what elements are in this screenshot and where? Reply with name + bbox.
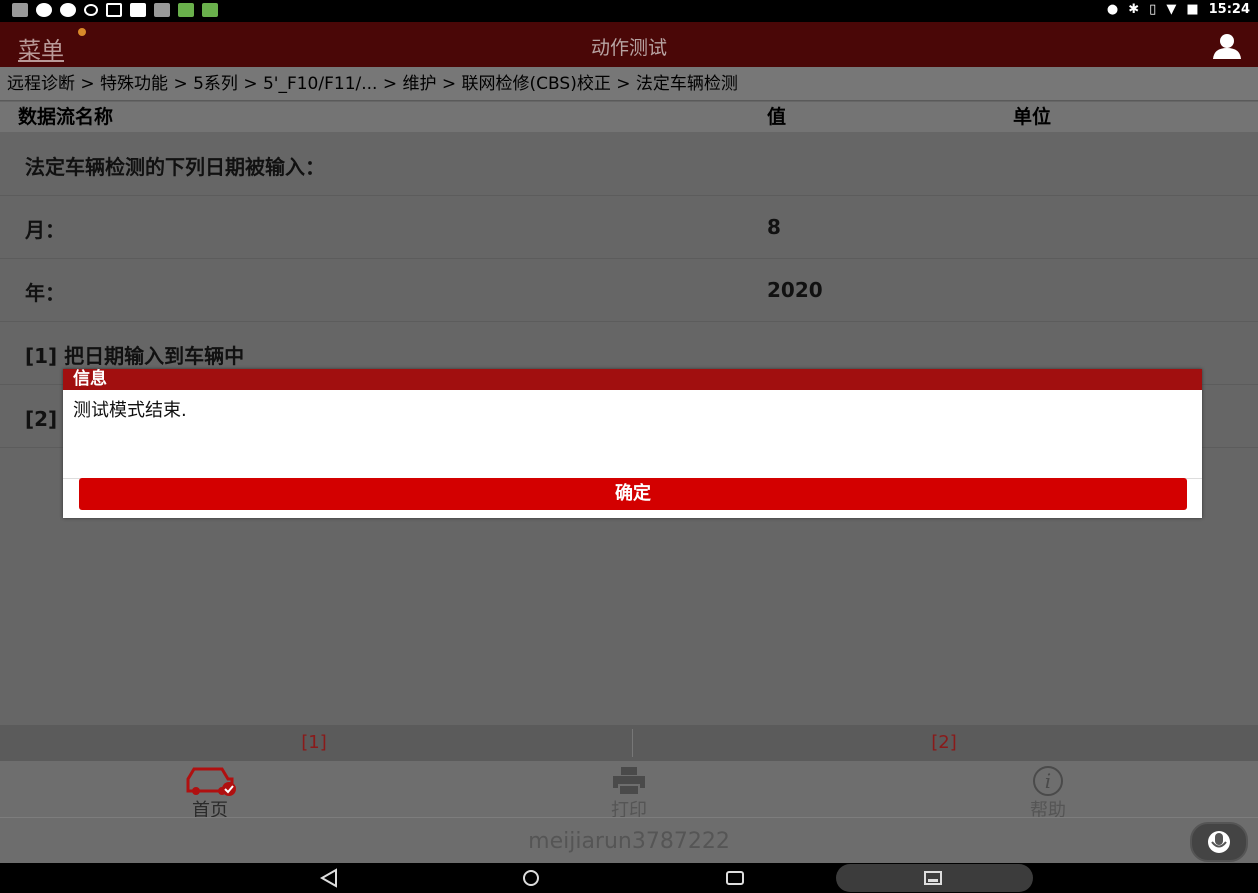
- screenshot-icon[interactable]: [922, 868, 944, 888]
- row-name: 月：: [25, 218, 65, 242]
- column-value-header: 值: [767, 106, 787, 128]
- microphone-icon: [1208, 831, 1230, 853]
- info-icon: i: [1033, 766, 1063, 796]
- account-name: meijiarun3787222: [528, 829, 730, 854]
- info-dialog: 信息 测试模式结束. 确定: [63, 369, 1202, 518]
- bottom-nav: 首页 打印 i 帮助: [0, 761, 1258, 821]
- car-icon: [186, 767, 236, 796]
- row-value: 2020: [767, 278, 823, 302]
- svg-text:i: i: [1045, 769, 1051, 793]
- nav-print[interactable]: 打印: [419, 761, 839, 821]
- ok-button[interactable]: 确定: [79, 478, 1187, 510]
- app-icon: [178, 3, 194, 17]
- home-icon[interactable]: [520, 868, 542, 888]
- user-icon[interactable]: [1212, 33, 1242, 59]
- dialog-title: 信息: [63, 369, 1202, 390]
- app-icon: [202, 3, 218, 17]
- row-name: 法定车辆检测的下列日期被输入：: [25, 155, 325, 179]
- table-header: 数据流名称 值 单位: [0, 102, 1258, 132]
- system-icons: ● ✱ ▯ ▼ ■ 15:24: [1107, 2, 1250, 17]
- status-bar: ● ✱ ▯ ▼ ■ 15:24: [0, 0, 1258, 22]
- recents-icon[interactable]: [724, 868, 746, 888]
- table-row: 月： 8: [0, 196, 1258, 259]
- table-row: 年： 2020: [0, 259, 1258, 322]
- tab-1[interactable]: [1]: [0, 725, 628, 761]
- column-unit-header: 单位: [1013, 106, 1052, 128]
- image-icon: [106, 3, 122, 17]
- square-icon: [130, 3, 146, 17]
- signal-icon: [84, 4, 98, 16]
- app-icon: [154, 3, 170, 17]
- back-icon[interactable]: [318, 868, 340, 888]
- clock: 15:24: [1208, 2, 1250, 17]
- row-value: 8: [767, 215, 781, 239]
- action-tabs: [1] [2]: [0, 725, 1258, 761]
- page-title: 动作测试: [590, 37, 667, 59]
- battery-icon: ■: [1186, 2, 1199, 17]
- column-name-header: 数据流名称: [18, 106, 114, 128]
- footer-bar: meijiarun3787222: [0, 817, 1258, 864]
- bluetooth-icon: ✱: [1128, 2, 1140, 17]
- wifi-icon: ▼: [1166, 2, 1177, 17]
- app-icon: [12, 3, 28, 17]
- vibrate-icon: ▯: [1149, 2, 1157, 17]
- row-name: 年：: [25, 281, 65, 305]
- wechat-icon: [60, 3, 76, 17]
- table-row: 法定车辆检测的下列日期被输入：: [0, 133, 1258, 196]
- tab-2[interactable]: [2]: [630, 725, 1258, 761]
- breadcrumb: 远程诊断 > 特殊功能 > 5系列 > 5'_F10/F11/... > 维护 …: [0, 67, 1258, 101]
- system-nav-bar: [0, 863, 1258, 893]
- notification-icons: [12, 3, 218, 17]
- microphone-button[interactable]: [1190, 822, 1248, 862]
- dialog-message: 测试模式结束.: [63, 390, 1202, 479]
- nav-home[interactable]: 首页: [0, 761, 420, 821]
- nav-help[interactable]: i 帮助: [838, 761, 1258, 821]
- printer-icon: [613, 767, 645, 796]
- location-icon: ●: [1106, 2, 1119, 17]
- row-name: [1] 把日期输入到车辆中: [25, 344, 245, 368]
- app-header: 菜单 动作测试: [0, 22, 1258, 67]
- wechat-icon: [36, 3, 52, 17]
